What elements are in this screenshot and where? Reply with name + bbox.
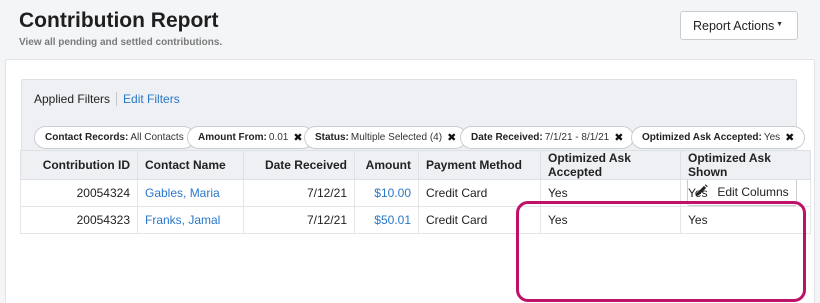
date-received-cell: 7/12/21 [243,206,355,234]
payment-method-cell: Credit Card [418,179,541,207]
remove-filter-icon[interactable]: ✖ [614,131,623,144]
optimized-ask-accepted-cell: Yes [540,206,681,234]
filter-chip-key: Status: [315,132,349,143]
column-header-payment-method[interactable]: Payment Method [418,150,541,180]
filter-chip-key: Date Received: [471,132,543,143]
table-row: 20054324 Gables, Maria 7/12/21 $10.00 Cr… [20,179,811,207]
contact-name-link[interactable]: Gables, Maria [137,179,244,207]
report-actions-button[interactable]: Report Actions ▼ [680,11,798,40]
column-header-contact-name[interactable]: Contact Name [137,150,244,180]
filter-chip-amount-from: Amount From: 0.01 ✖ [187,126,314,149]
filter-chip-contact-records: Contact Records: All Contacts [34,126,195,149]
column-header-amount[interactable]: Amount [354,150,419,180]
applied-filters-bar: Applied Filters Edit Filters Contact Rec… [21,79,806,161]
report-actions-label: Report Actions [693,18,775,33]
caret-down-icon: ▼ [776,21,783,28]
page-title: Contribution Report [19,9,219,32]
filter-chip-key: Amount From: [198,132,267,143]
remove-filter-icon[interactable]: ✖ [293,131,302,144]
payment-method-cell: Credit Card [418,206,541,234]
filter-chip-value: 7/1/21 - 8/1/21 [544,132,610,143]
remove-filter-icon[interactable]: ✖ [785,131,794,144]
edit-filters-link[interactable]: Edit Filters [123,92,180,106]
filter-chip-value: 0.01 [268,132,289,143]
column-header-optimized-ask-accepted[interactable]: Optimized Ask Accepted [540,150,681,180]
filter-chip-key: Contact Records: [45,132,129,143]
table-header-row: Contribution ID Contact Name Date Receiv… [20,150,811,180]
filter-chip-date-received: Date Received: 7/1/21 - 8/1/21 ✖ [460,126,635,149]
optimized-ask-shown-cell: Yes [680,206,811,234]
amount-link[interactable]: $10.00 [354,179,419,207]
filter-chip-status: Status: Multiple Selected (4) ✖ [304,126,468,149]
contribution-id-cell: 20054324 [20,179,138,207]
filter-chip-value: Multiple Selected (4) [350,132,443,143]
filter-chip-optimized-ask-accepted: Optimized Ask Accepted: Yes ✖ [631,126,806,149]
page-subtitle: View all pending and settled contributio… [19,37,223,48]
column-header-date-received[interactable]: Date Received [243,150,355,180]
optimized-ask-accepted-cell: Yes [540,179,681,207]
filter-chip-value: All Contacts [130,132,184,143]
contact-name-link[interactable]: Franks, Jamal [137,206,244,234]
filter-chip-value: Yes [763,132,781,143]
applied-filters-label: Applied Filters [34,92,111,106]
remove-filter-icon[interactable]: ✖ [447,131,456,144]
filter-chip-key: Optimized Ask Accepted: [642,132,762,143]
contributions-table: Contribution ID Contact Name Date Receiv… [20,150,811,234]
table-row: 20054323 Franks, Jamal 7/12/21 $50.01 Cr… [20,206,811,234]
divider [116,92,118,106]
contribution-id-cell: 20054323 [20,206,138,234]
date-received-cell: 7/12/21 [243,179,355,207]
column-header-optimized-ask-shown[interactable]: Optimized Ask Shown [680,150,811,180]
amount-link[interactable]: $50.01 [354,206,419,234]
column-header-contribution-id[interactable]: Contribution ID [20,150,138,180]
filters-header: Applied Filters Edit Filters [34,92,180,106]
optimized-ask-shown-cell: Yes [680,179,811,207]
